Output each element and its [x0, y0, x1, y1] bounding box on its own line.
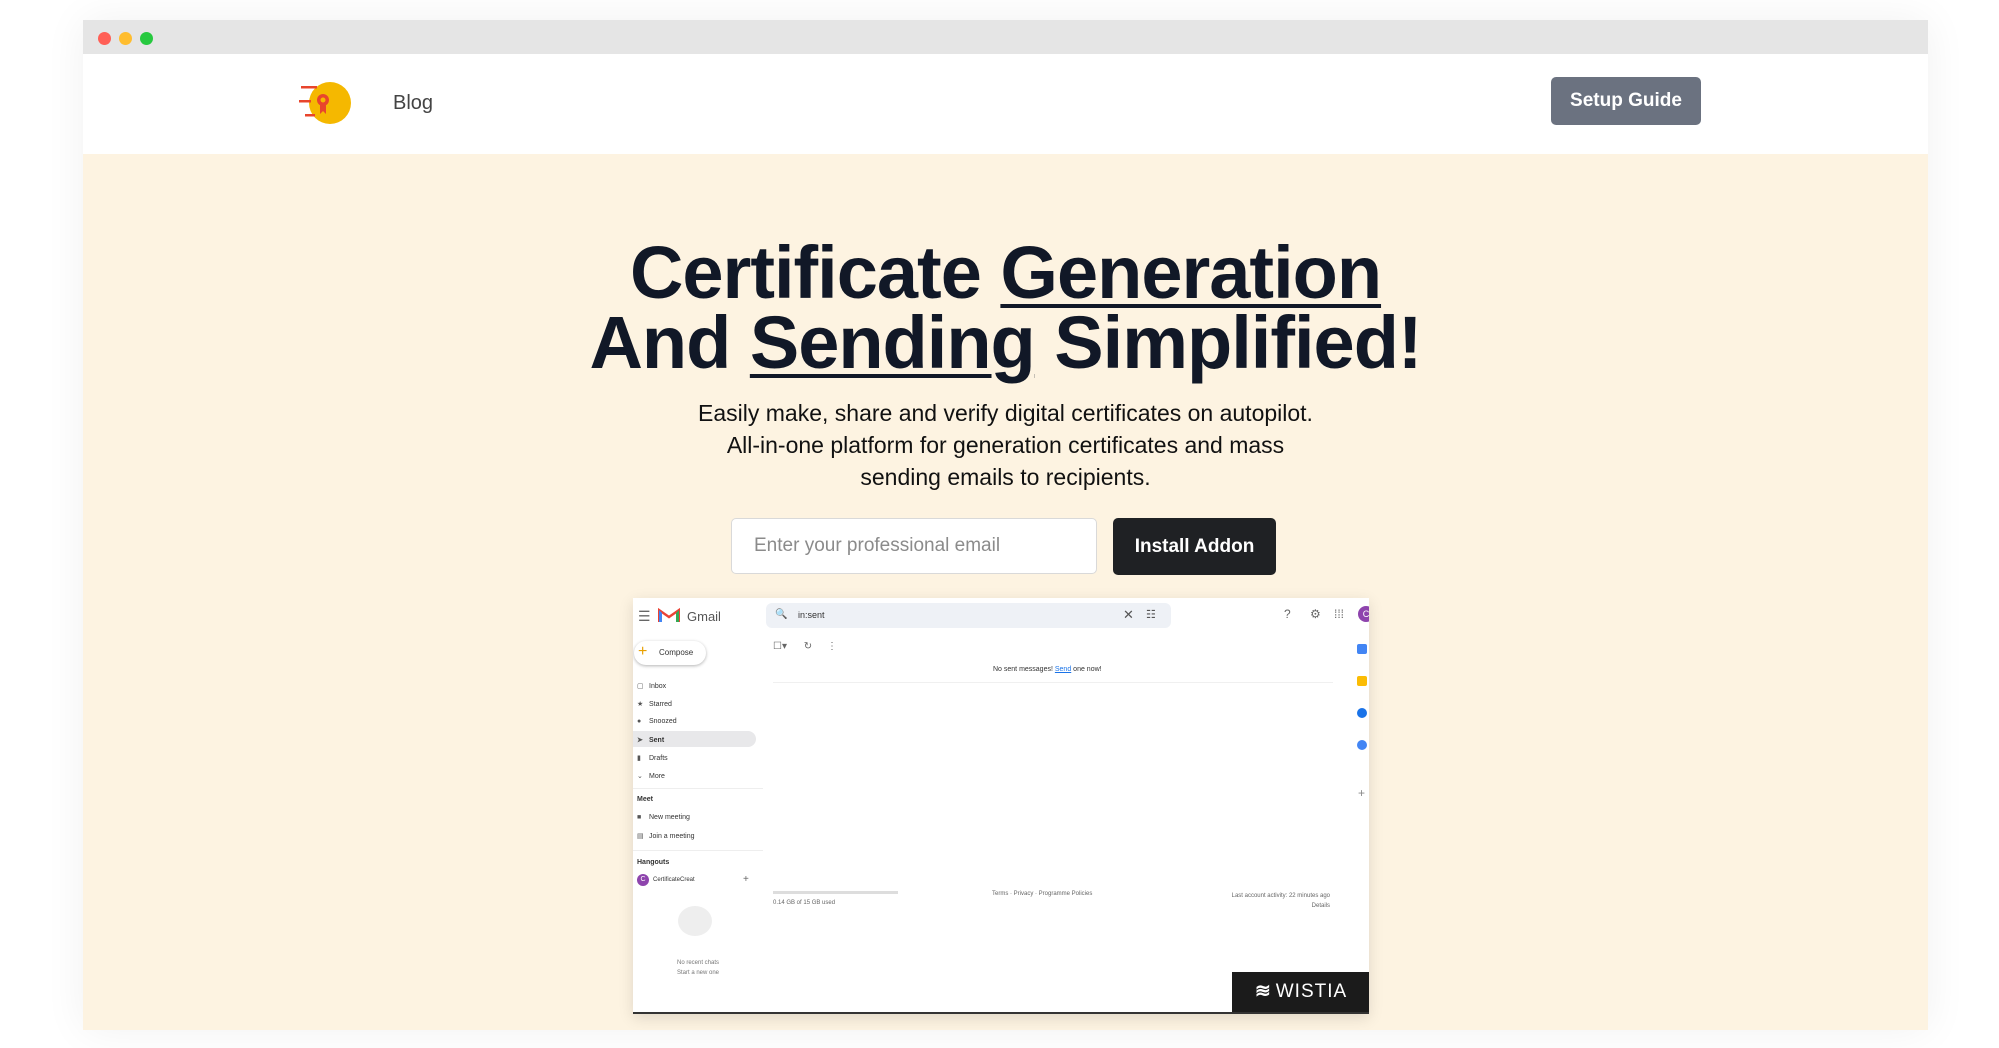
plus-icon: +	[638, 643, 648, 660]
send-link: Send	[1054, 666, 1072, 673]
folder-label: Sent	[649, 737, 665, 744]
star-icon: ★	[637, 701, 644, 708]
avatar: C	[637, 874, 649, 886]
meet-join-meeting: ▤ Join a meeting	[637, 832, 695, 840]
gear-icon: ⚙	[1310, 607, 1321, 621]
gmail-folder-more: ⌄ More	[637, 772, 665, 780]
search-icon: 🔍	[775, 609, 788, 620]
meet-label: Join a meeting	[649, 833, 695, 840]
refresh-icon: ↻	[803, 641, 813, 652]
chevron-down-icon: ⌄	[637, 773, 643, 780]
list-divider	[773, 682, 1333, 683]
subtext-line: sending emails to recipients.	[860, 464, 1151, 490]
clock-icon: ●	[637, 718, 642, 725]
email-input[interactable]	[731, 518, 1097, 574]
draft-icon: ▮	[637, 755, 641, 762]
hero-headline: Certificate Generation And Sending Simpl…	[83, 236, 1928, 380]
setup-guide-button[interactable]: Setup Guide	[1551, 77, 1701, 125]
terms-links: Terms · Privacy · Programme Policies	[992, 891, 1093, 897]
gmail-list-toolbar: ☐▾ ↻ ⋮	[773, 641, 837, 652]
gmail-topbar: ☰ Gmail 🔍 in:sent ✕ ☷ ? ⚙ ⁞⁞⁞ C	[633, 598, 1369, 634]
activity-line: Last account activity: 22 minutes ago	[1231, 893, 1330, 899]
storage-bar	[773, 891, 898, 894]
wistia-badge[interactable]: ≋ WISTIA	[1232, 972, 1369, 1012]
help-icon: ?	[1284, 607, 1291, 621]
no-sent-text: one now!	[1071, 666, 1102, 673]
meet-label: New meeting	[649, 814, 690, 821]
no-sent-message: No sent messages! Send one now!	[993, 666, 1102, 673]
activity-details: Details	[1311, 903, 1330, 909]
inbox-icon: ▢	[637, 683, 644, 690]
headline-text: And	[589, 301, 750, 384]
hangouts-section-title: Hangouts	[637, 859, 670, 866]
gmail-search-query: in:sent	[798, 610, 825, 620]
headline-text: Simplified!	[1034, 301, 1422, 384]
keyboard-icon: ▤	[637, 833, 644, 840]
folder-label: More	[649, 773, 665, 780]
keep-icon	[1357, 676, 1367, 686]
folder-label: Snoozed	[649, 718, 677, 725]
calendar-icon	[1357, 644, 1367, 654]
clear-search-icon: ✕	[1123, 607, 1134, 622]
avatar: C	[1358, 606, 1369, 622]
search-options-icon: ☷	[1146, 609, 1156, 621]
meet-new-meeting: ■ New meeting	[637, 814, 690, 821]
more-vert-icon: ⋮	[826, 641, 837, 652]
hamburger-menu-icon: ☰	[638, 608, 651, 624]
select-checkbox-icon: ☐▾	[773, 641, 787, 652]
gmail-folder-snoozed: ● Snoozed	[637, 718, 677, 725]
close-window-dot[interactable]	[98, 32, 111, 45]
meet-section-title: Meet	[637, 796, 653, 803]
gmail-logo-icon	[658, 607, 680, 622]
video-camera-icon: ■	[637, 814, 642, 821]
no-sent-text: No sent messages!	[993, 666, 1055, 673]
storage-text: 0.14 GB of 15 GB used	[773, 900, 836, 906]
add-chat-icon: +	[743, 874, 749, 885]
subtext-line: All-in-one platform for generation certi…	[726, 432, 1285, 458]
wistia-label: WISTIA	[1275, 981, 1348, 1002]
compose-label: Compose	[659, 648, 694, 657]
gmail-folder-starred: ★ Starred	[637, 700, 672, 708]
no-recent-line: Start a new one	[676, 970, 720, 976]
gmail-app-name: Gmail	[687, 609, 721, 624]
sidebar-divider	[633, 850, 763, 851]
certificate-logo-icon[interactable]	[299, 76, 353, 130]
no-recent-line: No recent chats	[676, 960, 720, 966]
install-addon-button[interactable]: Install Addon	[1113, 518, 1276, 575]
nav-blog-link[interactable]: Blog	[393, 92, 433, 115]
gmail-folder-sent: ➤ Sent	[637, 736, 664, 744]
apps-grid-icon: ⁞⁞⁞	[1334, 607, 1345, 621]
tasks-icon	[1357, 708, 1367, 718]
no-recent-chats: No recent chats Start a new one	[633, 958, 763, 978]
chat-bubble-icon	[678, 906, 712, 936]
gmail-folder-drafts: ▮ Drafts	[637, 754, 668, 762]
account-activity: Last account activity: 22 minutes ago De…	[1210, 891, 1330, 911]
sidebar-divider	[633, 788, 763, 789]
folder-label: Drafts	[649, 755, 668, 762]
hero-subtext: Easily make, share and verify digital ce…	[83, 397, 1928, 493]
maximize-window-dot[interactable]	[140, 32, 153, 45]
demo-video-player[interactable]: ☰ Gmail 🔍 in:sent ✕ ☷ ? ⚙ ⁞⁞⁞ C + Compos…	[633, 598, 1369, 1014]
gmail-folder-inbox: ▢ Inbox	[637, 682, 666, 690]
send-icon: ➤	[637, 737, 643, 744]
contacts-icon	[1357, 740, 1367, 750]
folder-label: Inbox	[649, 683, 667, 690]
window-titlebar	[83, 20, 1928, 54]
folder-label: Starred	[649, 701, 672, 708]
top-navbar: Blog Setup Guide	[83, 54, 1928, 154]
gmail-search-bar: 🔍 in:sent ✕ ☷	[766, 603, 1171, 628]
minimize-window-dot[interactable]	[119, 32, 132, 45]
browser-window: Blog Setup Guide Certificate Generation …	[83, 20, 1928, 1030]
hero-section: Certificate Generation And Sending Simpl…	[83, 154, 1928, 1030]
headline-underlined-sending: Sending	[749, 301, 1036, 384]
add-addon-icon: +	[1358, 786, 1366, 800]
hangouts-contact: CertificateCreat	[653, 877, 695, 883]
gmail-compose-button: + Compose	[634, 641, 706, 665]
wistia-logo-icon: ≋	[1254, 981, 1272, 1002]
subtext-line: Easily make, share and verify digital ce…	[698, 400, 1313, 426]
